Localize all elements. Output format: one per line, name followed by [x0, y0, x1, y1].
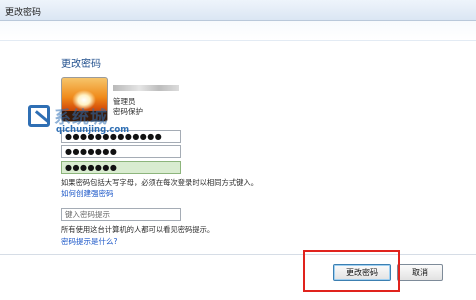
create-strong-password-link[interactable]: 如何创建强密码	[61, 188, 114, 199]
hint-notice: 所有使用这台计算机的人都可以看见密码提示。	[61, 225, 215, 234]
what-is-hint-link[interactable]: 密码提示是什么?	[61, 236, 117, 247]
blurred-username	[113, 85, 179, 91]
address-band	[0, 21, 476, 41]
title-bar: 更改密码	[0, 0, 476, 21]
caps-notice: 如果密码包括大写字母，必须在每次登录时以相同方式键入。	[61, 178, 259, 187]
watermark-logo-icon	[28, 105, 50, 127]
footer-divider	[0, 254, 476, 255]
confirm-password-field[interactable]: ●●●●●●●	[61, 161, 181, 174]
watermark: 系统城 qichunjing.com	[28, 103, 148, 141]
new-password-field[interactable]: ●●●●●●●	[61, 145, 181, 158]
window-title: 更改密码	[5, 8, 42, 18]
watermark-url: qichunjing.com	[56, 125, 130, 135]
page-title: 更改密码	[61, 59, 101, 70]
cancel-button[interactable]: 取消	[397, 264, 443, 281]
password-hint-field[interactable]: 键入密码提示	[61, 208, 181, 221]
highlight-box	[303, 250, 400, 292]
